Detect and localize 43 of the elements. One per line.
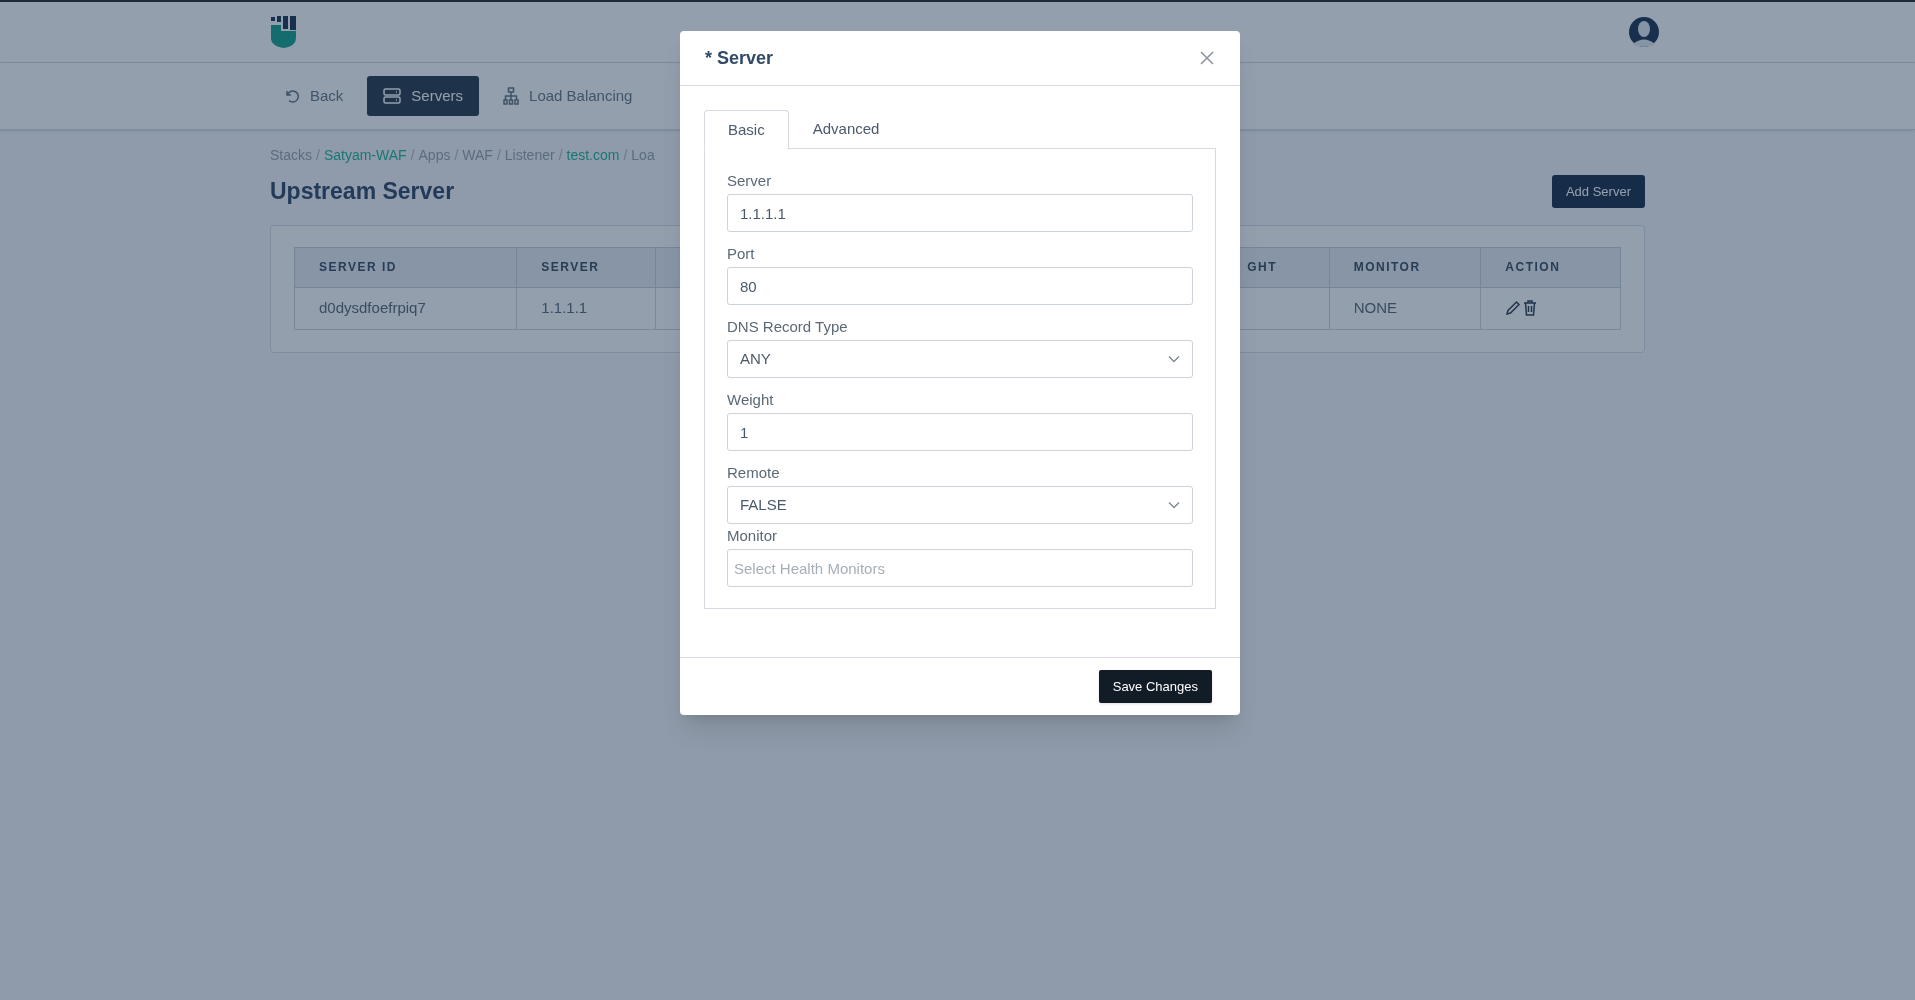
save-changes-button[interactable]: Save Changes — [1098, 670, 1212, 703]
input-field[interactable]: Select Health Monitors — [727, 549, 1193, 587]
page-title: Upstream Server — [270, 177, 455, 206]
field-label: Port — [727, 244, 755, 264]
undo-icon — [284, 88, 300, 104]
breadcrumb-separator: / — [410, 145, 415, 165]
delete-icon[interactable] — [1523, 300, 1538, 316]
chevron-down-icon — [1168, 501, 1180, 509]
field-label: Monitor — [727, 526, 778, 546]
add-server-button[interactable]: Add Server — [1551, 174, 1645, 208]
close-icon[interactable] — [1199, 50, 1215, 66]
edit-icon[interactable] — [1505, 300, 1522, 316]
field-label: Remote — [727, 463, 780, 483]
breadcrumb-separator: / — [316, 145, 320, 165]
avatar-icon[interactable] — [1629, 17, 1659, 47]
breadcrumb-separator: / — [454, 145, 459, 165]
chevron-down-icon — [1168, 355, 1180, 363]
dialog-title: * Server — [705, 46, 774, 70]
dialog-tab[interactable]: Advanced — [788, 110, 904, 149]
column-header: SERVER — [541, 260, 600, 274]
dropdown[interactable]: ANY — [727, 340, 1193, 378]
column-header: SERVER ID — [319, 260, 397, 274]
column-header: MONITOR — [1353, 260, 1421, 274]
table-cell: 1.1.1.1 — [541, 298, 588, 316]
table-cell: NONE — [1353, 298, 1397, 316]
column-header: GHT — [1247, 260, 1277, 274]
table-cell: d0dysdfoefrpiq7 — [319, 298, 426, 316]
dropdown[interactable]: FALSE — [727, 486, 1193, 524]
breadcrumb-separator: / — [558, 145, 563, 165]
field-label: DNS Record Type — [727, 317, 848, 337]
field-label: Server — [727, 171, 772, 191]
breadcrumb-separator: / — [623, 145, 628, 165]
input-field[interactable]: 1.1.1.1 — [727, 194, 1193, 232]
input-field[interactable]: 1 — [727, 413, 1193, 451]
breadcrumb-separator: / — [496, 145, 501, 165]
nav-tab[interactable]: Servers — [367, 76, 480, 116]
hierarchy-icon — [503, 87, 520, 105]
column-header: ACTION — [1505, 260, 1561, 274]
field-label: Weight — [727, 390, 774, 410]
dialog-tab[interactable]: Basic — [704, 110, 789, 150]
input-field[interactable]: 80 — [727, 267, 1193, 305]
shield-logo-icon — [270, 16, 298, 48]
server-icon — [383, 88, 402, 104]
